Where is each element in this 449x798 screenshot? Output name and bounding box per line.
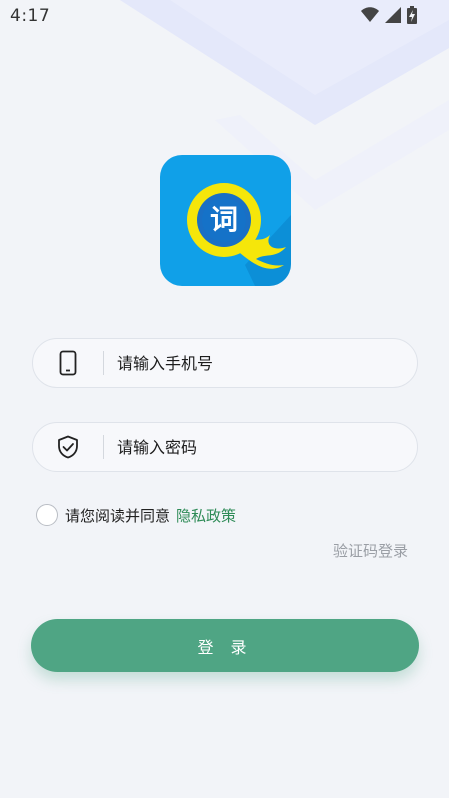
phone-input[interactable] xyxy=(117,353,377,373)
password-field-icon-wrap xyxy=(33,423,103,471)
privacy-policy-link[interactable]: 隐私政策 xyxy=(176,505,236,526)
wifi-icon xyxy=(361,7,379,22)
password-field[interactable] xyxy=(32,422,418,472)
phone-field-divider xyxy=(103,351,104,375)
phone-field[interactable] xyxy=(32,338,418,388)
cellular-signal-icon xyxy=(385,7,401,23)
status-bar: 4:17 xyxy=(0,0,449,34)
code-login-link[interactable]: 验证码登录 xyxy=(333,540,408,561)
password-field-divider xyxy=(103,435,104,459)
agreement-text: 请您阅读并同意 xyxy=(65,506,171,525)
agreement-checkbox[interactable] xyxy=(36,504,58,526)
phone-icon xyxy=(59,350,77,376)
logo-glyph: 词 xyxy=(210,203,238,236)
phone-field-icon-wrap xyxy=(33,339,103,387)
agreement-row: 请您阅读并同意 隐私政策 xyxy=(36,504,236,526)
shield-check-icon xyxy=(58,435,78,459)
app-logo-graphic: 词 xyxy=(160,155,291,286)
password-input[interactable] xyxy=(117,437,377,457)
status-icons xyxy=(361,6,417,24)
app-logo: 词 xyxy=(160,155,291,286)
login-button[interactable]: 登 录 xyxy=(31,619,419,672)
battery-charging-icon xyxy=(407,6,417,24)
background-decoration xyxy=(120,0,449,210)
status-time: 4:17 xyxy=(10,6,51,26)
